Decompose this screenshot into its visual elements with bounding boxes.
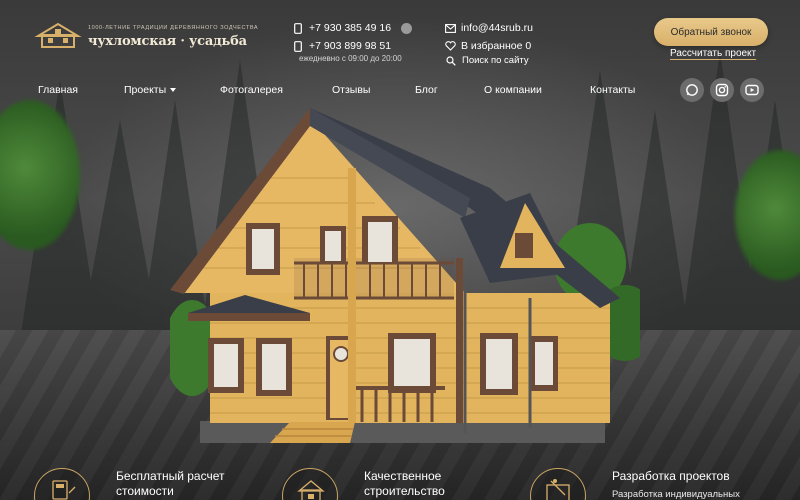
email-link[interactable]: info@44srub.ru	[461, 22, 533, 34]
site-search[interactable]: Поиск по сайту	[445, 55, 529, 66]
logo-name: чухломская · усадьба	[88, 34, 247, 49]
nav-reviews[interactable]: Отзывы	[332, 84, 370, 96]
heart-icon	[445, 41, 456, 52]
search-label: Поиск по сайту	[462, 55, 529, 66]
blueprint-tools-icon	[530, 468, 586, 500]
logo-house-icon	[34, 22, 82, 48]
working-hours: ежедневно с 09:00 до 20:00	[299, 54, 402, 63]
nav-about[interactable]: О компании	[484, 84, 542, 96]
features-strip: Бесплатный расчет стоимости Качественное…	[0, 458, 800, 500]
house-icon	[282, 468, 338, 500]
feature-title-line1: Качественное	[364, 469, 442, 483]
phone-number-1[interactable]: +7 930 385 49 16	[309, 22, 391, 34]
feature-title-line2: стоимости	[116, 484, 174, 498]
nav-projects-label: Проекты	[124, 84, 167, 96]
nav-projects[interactable]: Проекты	[124, 84, 177, 96]
calculate-project-link[interactable]: Рассчитать проект	[670, 48, 756, 59]
site-logo[interactable]: 1000-ЛЕТНИЕ ТРАДИЦИИ ДЕРЕВЯННОГО ЗОДЧЕСТ…	[34, 22, 258, 54]
youtube-icon[interactable]	[740, 78, 764, 102]
feature-title-line1: Разработка проектов	[612, 469, 730, 483]
phone-row-2: +7 903 899 98 51	[292, 37, 412, 55]
contact-block: info@44srub.ru В избранное 0	[445, 19, 533, 55]
phone-row-1: +7 930 385 49 16	[292, 19, 413, 37]
nav-home[interactable]: Главная	[38, 84, 78, 96]
search-icon	[445, 55, 456, 66]
mobile-phone-icon	[292, 22, 303, 34]
mobile-phone-icon	[292, 40, 303, 52]
favorites-row[interactable]: В избранное 0	[445, 37, 533, 55]
favorites-link[interactable]: В избранное 0	[461, 40, 531, 52]
phone-number-2[interactable]: +7 903 899 98 51	[309, 40, 391, 52]
nav-contacts[interactable]: Контакты	[590, 84, 635, 96]
whatsapp-small-icon[interactable]	[401, 22, 413, 34]
callback-button[interactable]: Обратный звонок	[654, 18, 768, 46]
feature-title-line1: Бесплатный расчет	[116, 469, 225, 483]
chevron-down-icon	[170, 88, 177, 93]
mail-icon	[445, 23, 456, 34]
instagram-icon[interactable]	[710, 78, 734, 102]
phone-block: +7 930 385 49 16 +7 903 899 98 51	[292, 19, 413, 55]
nav-blog[interactable]: Блог	[415, 84, 438, 96]
logo-tagline: 1000-ЛЕТНИЕ ТРАДИЦИИ ДЕРЕВЯННОГО ЗОДЧЕСТ…	[88, 25, 259, 31]
email-row: info@44srub.ru	[445, 19, 533, 37]
whatsapp-icon[interactable]	[680, 78, 704, 102]
calculator-icon	[34, 468, 90, 500]
feature-title-line2: строительство	[364, 484, 445, 498]
house-illustration	[170, 108, 640, 443]
nav-gallery[interactable]: Фотогалерея	[220, 84, 283, 96]
feature-subtitle: Разработка индивидуальных	[612, 489, 740, 500]
